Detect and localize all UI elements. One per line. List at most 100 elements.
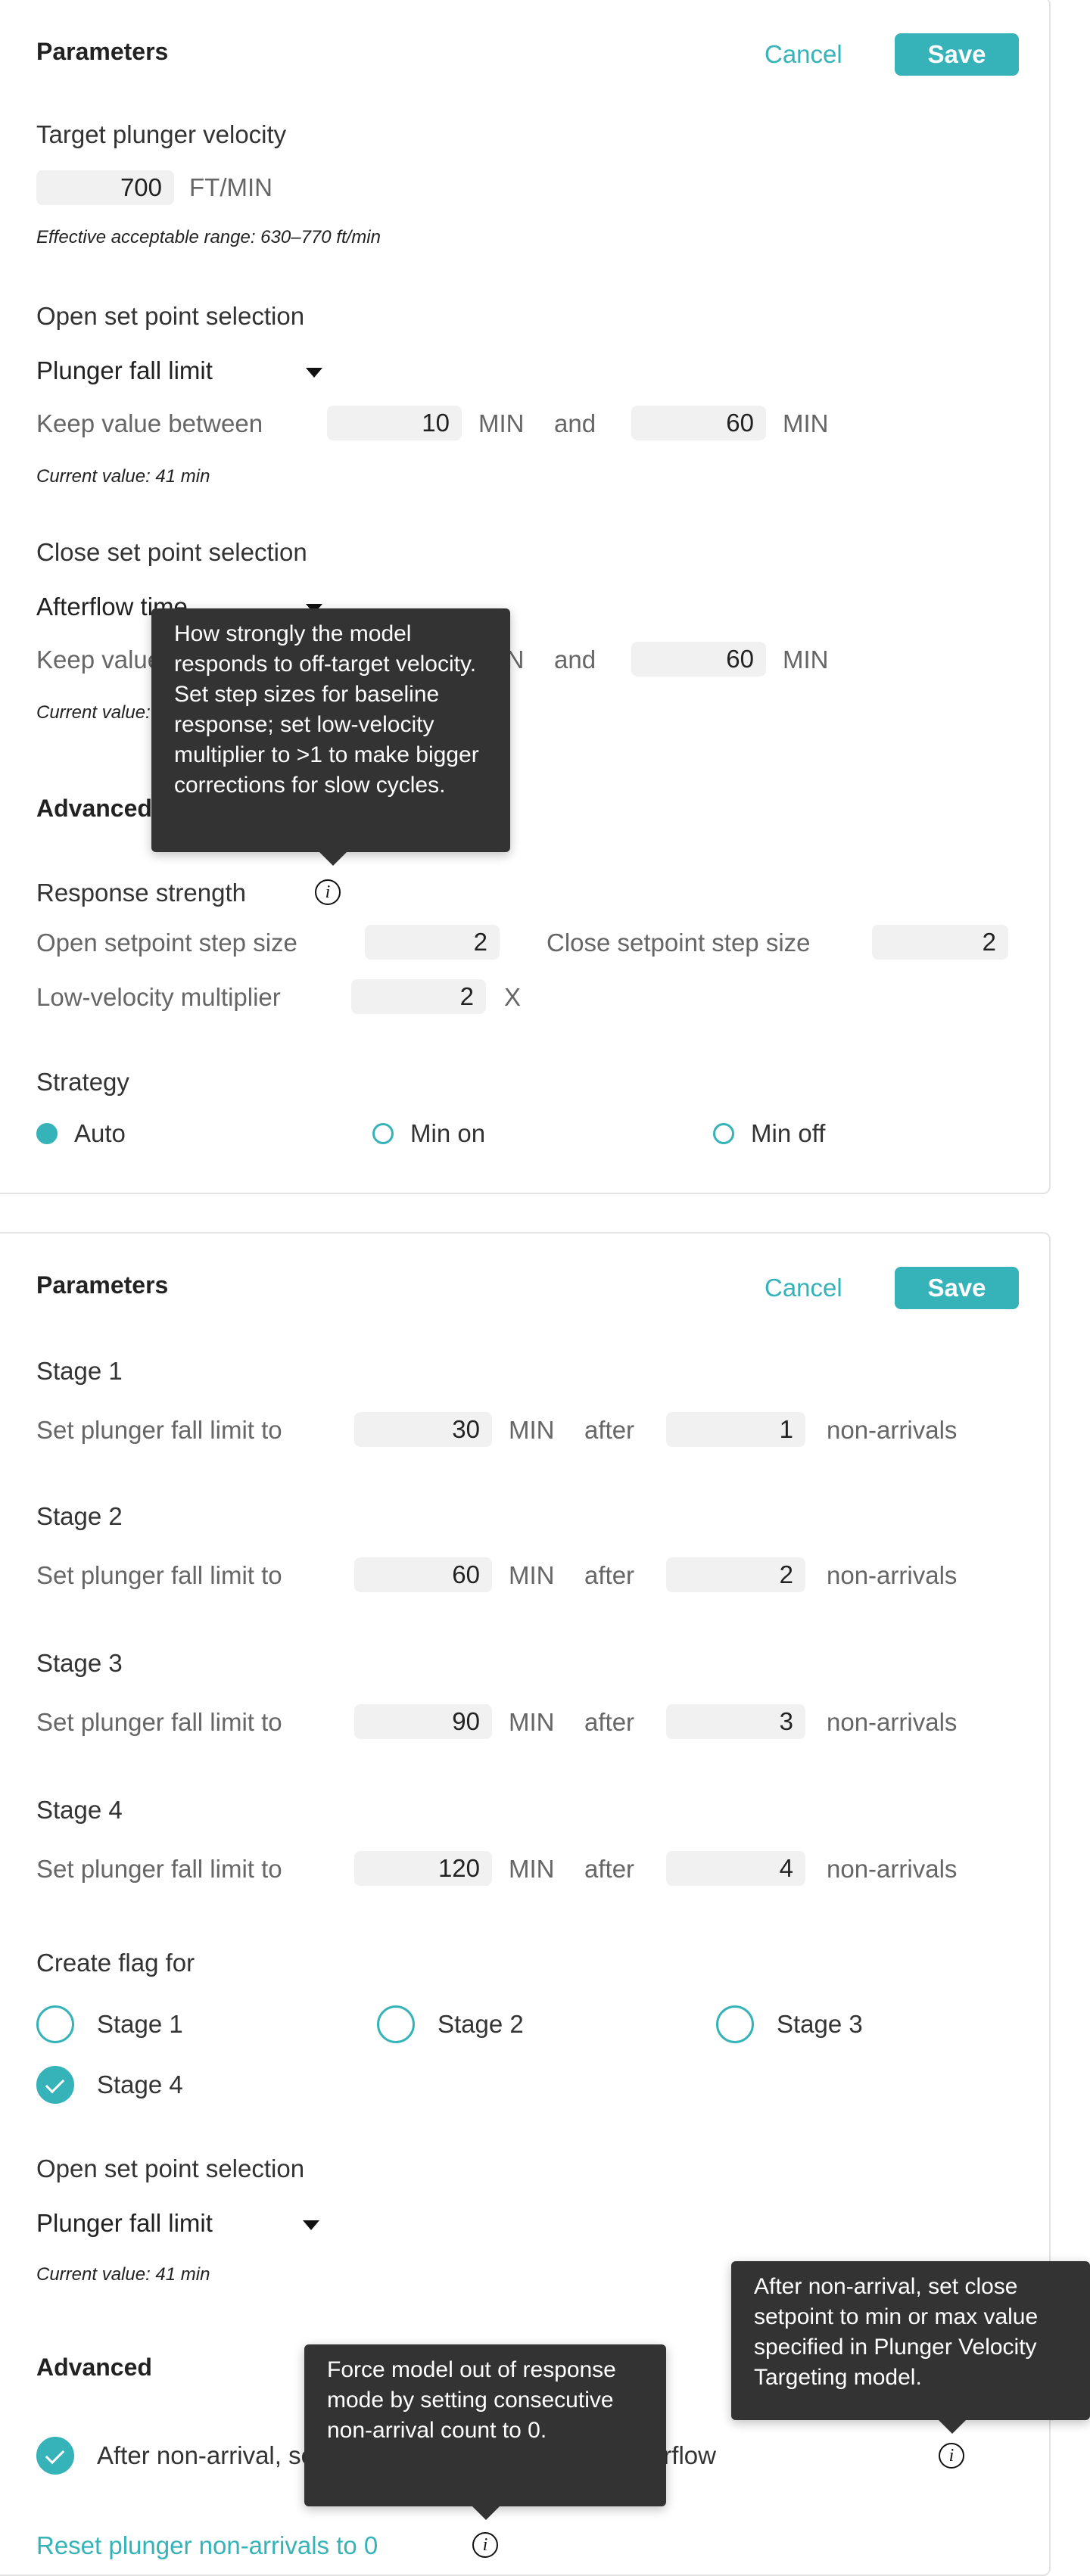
stage-title: Stage 3: [36, 1649, 123, 1677]
checkbox-checked-icon: [36, 2066, 74, 2104]
stage-suffix: non-arrivals: [827, 1561, 958, 1589]
stage-count-input[interactable]: [666, 1851, 805, 1886]
stage-count-input[interactable]: [666, 1704, 805, 1739]
stage-prefix: Set plunger fall limit to: [36, 1416, 282, 1444]
checkbox-empty-icon: [716, 2005, 754, 2043]
option-label: Stage 1: [97, 2010, 183, 2038]
radio-empty-icon: [713, 1123, 734, 1144]
cancel-button[interactable]: Cancel: [765, 1271, 842, 1305]
stage-after: after: [584, 1416, 635, 1444]
multiplier-unit: X: [504, 983, 522, 1011]
stage-count-input[interactable]: [666, 1557, 805, 1592]
caret-down-icon: [303, 2220, 319, 2230]
cancel-button[interactable]: Cancel: [765, 38, 842, 71]
and-label: and: [554, 409, 596, 437]
stage-limit-input[interactable]: [354, 1412, 492, 1447]
stage-limit-input[interactable]: [354, 1557, 492, 1592]
save-button[interactable]: Save: [895, 1267, 1019, 1309]
checkbox-checked-icon: [36, 2437, 74, 2475]
open-setpoint-selected: Plunger fall limit: [36, 356, 213, 384]
reset-tooltip: Force model out of response mode by sett…: [304, 2344, 666, 2520]
save-button[interactable]: Save: [895, 33, 1019, 76]
info-icon[interactable]: i: [315, 879, 341, 905]
caret-down-icon: [306, 368, 322, 378]
radio-empty-icon: [372, 1123, 394, 1144]
panel-title: Parameters: [36, 38, 169, 65]
flag-stage-4[interactable]: Stage 4: [36, 2066, 263, 2104]
min-unit: MIN: [478, 409, 525, 437]
velocity-unit: FT/MIN: [189, 173, 272, 201]
stage-suffix: non-arrivals: [827, 1416, 958, 1444]
response-strength-label: Response strength: [36, 879, 247, 907]
option-label: Min off: [751, 1119, 826, 1147]
checkbox-empty-icon: [36, 2005, 74, 2043]
stage-unit: MIN: [509, 1561, 555, 1589]
max-unit: MIN: [783, 646, 829, 674]
acceptable-range-note: Effective acceptable range: 630–770 ft/m…: [36, 227, 381, 247]
radio-selected-icon: [36, 1123, 58, 1144]
info-icon[interactable]: i: [472, 2532, 498, 2558]
advanced-heading: Advanced: [36, 795, 152, 822]
open-step-label: Open setpoint step size: [36, 929, 297, 957]
panel-title: Parameters: [36, 1271, 169, 1299]
flag-stage-2[interactable]: Stage 2: [377, 2005, 604, 2043]
minimize-afterflow-tooltip: After non-arrival, set close setpoint to…: [731, 2261, 1090, 2434]
stage-prefix: Set plunger fall limit to: [36, 1561, 282, 1589]
info-icon[interactable]: i: [939, 2443, 964, 2469]
checkbox-empty-icon: [377, 2005, 415, 2043]
stage-after: after: [584, 1855, 635, 1883]
max-unit: MIN: [783, 409, 829, 437]
stage-after: after: [584, 1708, 635, 1736]
target-velocity-input[interactable]: [36, 170, 174, 205]
strategy-option-min-on[interactable]: Min on: [372, 1117, 600, 1150]
reset-non-arrivals-link[interactable]: Reset plunger non-arrivals to 0: [36, 2529, 378, 2562]
open-setpoint-label: Open set point selection: [36, 302, 305, 330]
close-step-input[interactable]: [872, 925, 1008, 960]
option-label: Stage 3: [777, 2010, 863, 2038]
stage-title: Stage 1: [36, 1357, 123, 1385]
stage-suffix: non-arrivals: [827, 1855, 958, 1883]
keep-value-label: Keep value between: [36, 409, 263, 437]
open-current-value: Current value: 41 min: [36, 2264, 210, 2285]
stage-suffix: non-arrivals: [827, 1708, 958, 1736]
stage-after: after: [584, 1561, 635, 1589]
open-min-input[interactable]: [327, 406, 462, 440]
flag-stage-3[interactable]: Stage 3: [716, 2005, 943, 2043]
open-step-input[interactable]: [365, 925, 500, 960]
option-label: Stage 4: [97, 2070, 183, 2098]
stage-count-input[interactable]: [666, 1412, 805, 1447]
open-current-value: Current value: 41 min: [36, 466, 210, 487]
and-label: and: [554, 646, 596, 674]
option-label: Stage 2: [438, 2010, 524, 2038]
response-strength-tooltip: How strongly the model responds to off-t…: [151, 608, 510, 866]
strategy-label: Strategy: [36, 1068, 129, 1096]
multiplier-input[interactable]: [351, 979, 486, 1014]
open-setpoint-selected: Plunger fall limit: [36, 2209, 213, 2237]
open-setpoint-label: Open set point selection: [36, 2154, 305, 2182]
strategy-option-min-off[interactable]: Min off: [713, 1117, 940, 1150]
target-velocity-label: Target plunger velocity: [36, 120, 287, 148]
stage-limit-input[interactable]: [354, 1704, 492, 1739]
close-step-label: Close setpoint step size: [547, 929, 811, 957]
stage-unit: MIN: [509, 1855, 555, 1883]
stage-limit-input[interactable]: [354, 1851, 492, 1886]
parameters-panel-velocity: Parameters Cancel Save Target plunger ve…: [0, 0, 1051, 1194]
flag-stage-1[interactable]: Stage 1: [36, 2005, 263, 2043]
stage-prefix: Set plunger fall limit to: [36, 1855, 282, 1883]
option-label: Min on: [410, 1119, 486, 1147]
stage-unit: MIN: [509, 1708, 555, 1736]
create-flag-label: Create flag for: [36, 1949, 195, 1977]
close-setpoint-label: Close set point selection: [36, 538, 307, 566]
open-setpoint-dropdown[interactable]: Plunger fall limit: [36, 354, 339, 387]
open-setpoint-dropdown[interactable]: Plunger fall limit: [36, 2207, 339, 2240]
multiplier-label: Low-velocity multiplier: [36, 983, 281, 1011]
strategy-option-auto[interactable]: Auto: [36, 1117, 263, 1150]
stage-title: Stage 2: [36, 1502, 123, 1530]
open-max-input[interactable]: [631, 406, 766, 440]
advanced-heading: Advanced: [36, 2354, 152, 2381]
stage-unit: MIN: [509, 1416, 555, 1444]
option-label: Auto: [74, 1119, 126, 1147]
stage-title: Stage 4: [36, 1796, 123, 1824]
close-max-input[interactable]: [631, 642, 766, 677]
parameters-panel-non-arrival: Parameters Cancel Save Stage 1 Set plunge…: [0, 1232, 1090, 2576]
